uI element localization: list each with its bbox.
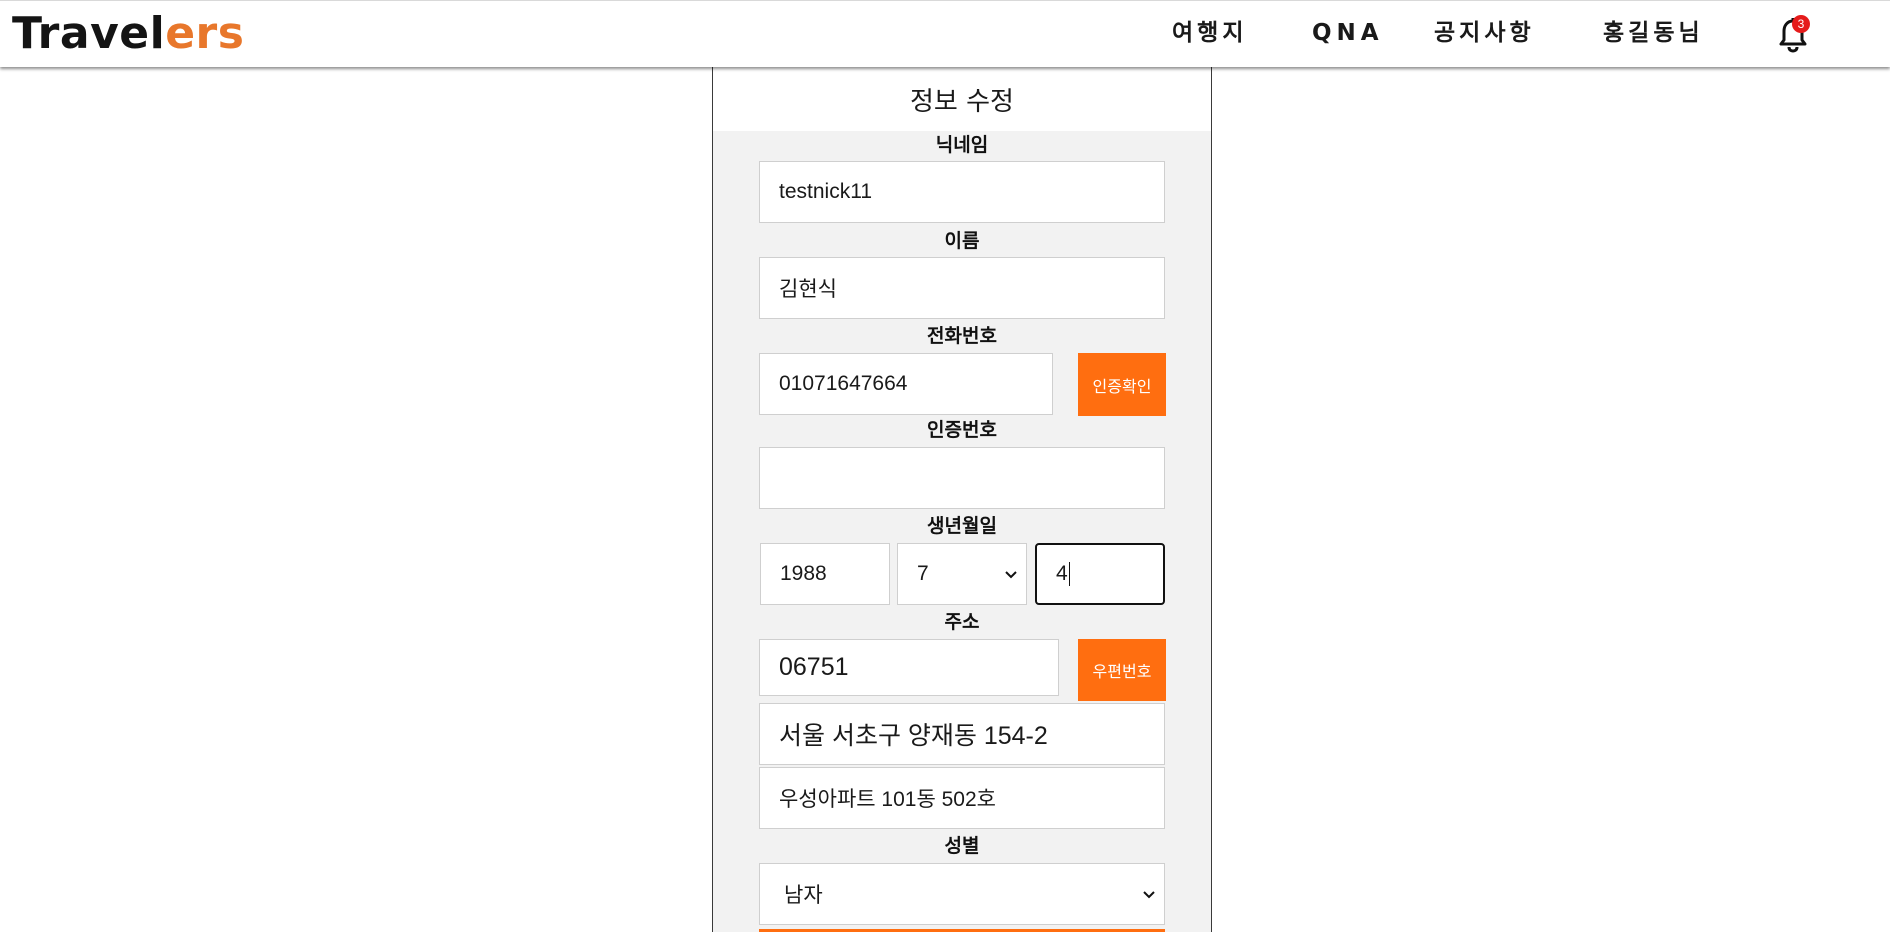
postcode-search-button[interactable]: 우편번호 [1078, 639, 1166, 701]
nickname-label: 닉네임 [935, 134, 989, 156]
address-line2-input[interactable]: 우성아파트 101동 502호 [759, 767, 1165, 829]
nav-destinations[interactable]: 여행지 [1172, 15, 1247, 51]
gender-select[interactable]: 남자 [759, 863, 1165, 925]
logo-text-primary: Travel [12, 8, 166, 59]
notification-badge: 3 [1792, 15, 1810, 33]
text-caret [1068, 562, 1070, 586]
name-label: 이름 [944, 230, 980, 252]
verify-phone-button[interactable]: 인증확인 [1078, 353, 1166, 416]
nav-notices[interactable]: 공지사항 [1434, 15, 1535, 51]
birthdate-label: 생년월일 [927, 515, 997, 537]
birth-year-value: 1988 [780, 562, 827, 585]
birth-day-input[interactable]: 4 [1035, 543, 1165, 605]
name-input[interactable]: 김현식 [759, 257, 1165, 319]
logo-text-accent: ers [165, 8, 245, 59]
name-value: 김현식 [779, 278, 837, 301]
phone-label: 전화번호 [927, 325, 997, 347]
chevron-down-icon [1005, 571, 1017, 579]
nickname-input[interactable]: testnick11 [759, 161, 1165, 223]
postcode-value: 06751 [779, 653, 849, 681]
address-line1-value: 서울 서초구 양재동 154-2 [779, 722, 1048, 750]
birth-month-value: 7 [917, 562, 929, 585]
verification-code-input[interactable] [759, 447, 1165, 509]
nav-qna[interactable]: QNA [1312, 15, 1384, 51]
edit-profile-panel: 정보 수정 닉네임 testnick11 이름 김현식 전화번호 0107164… [712, 67, 1212, 932]
page-title: 정보 수정 [713, 67, 1211, 131]
address-label: 주소 [944, 611, 980, 633]
birth-month-select[interactable]: 7 [897, 543, 1027, 605]
gender-label: 성별 [944, 835, 980, 857]
birth-day-value: 4 [1056, 562, 1068, 585]
address-line1-input[interactable]: 서울 서초구 양재동 154-2 [759, 703, 1165, 765]
chevron-down-icon [1143, 891, 1155, 899]
address-line2-value: 우성아파트 101동 502호 [779, 788, 996, 811]
birth-year-input[interactable]: 1988 [760, 543, 890, 605]
nickname-value: testnick11 [779, 180, 872, 203]
gender-value: 남자 [784, 884, 823, 907]
postcode-input[interactable]: 06751 [759, 639, 1059, 696]
logo[interactable]: Travelers [12, 8, 244, 60]
nav-user-menu[interactable]: 홍길동님 [1603, 15, 1704, 51]
top-navbar: Travelers 여행지 QNA 공지사항 홍길동님 3 [0, 0, 1890, 67]
verification-code-label: 인증번호 [927, 419, 997, 441]
phone-input[interactable]: 01071647664 [759, 353, 1053, 415]
phone-value: 01071647664 [779, 372, 908, 395]
